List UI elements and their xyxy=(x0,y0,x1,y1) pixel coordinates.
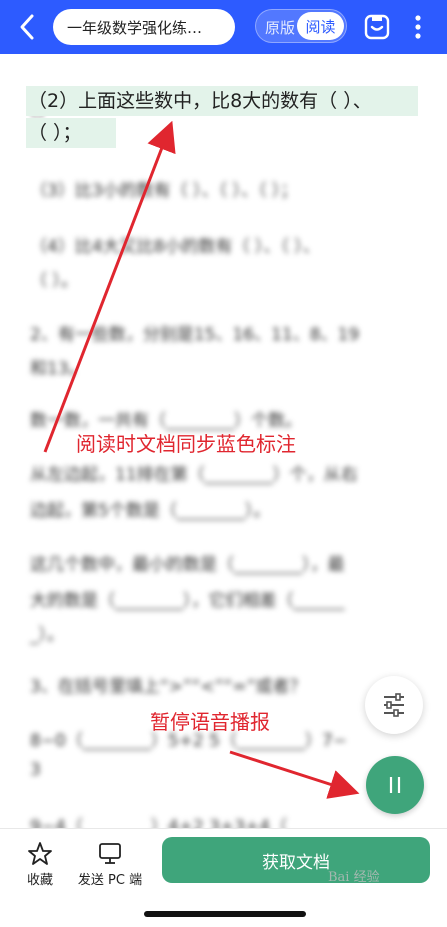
send-to-pc-button[interactable]: 发送 PC 端 xyxy=(75,839,145,889)
favorite-label: 收藏 xyxy=(26,873,53,888)
document-line: 3 xyxy=(30,760,41,780)
star-icon xyxy=(28,842,52,865)
highlighted-line: （2）上面这些数中，比8大的数有（ ）、 xyxy=(28,90,372,112)
pause-icon xyxy=(389,777,401,793)
settings-button[interactable] xyxy=(365,676,423,734)
document-title[interactable]: 一年级数学强化练… xyxy=(53,9,235,45)
back-button[interactable] xyxy=(14,10,42,44)
top-bar: 一年级数学强化练… 原版 阅读 xyxy=(0,0,447,54)
document-line: 2、有一些数，分别是15、16、11、8、19 xyxy=(30,325,360,345)
get-document-button[interactable]: 获取文档 xyxy=(162,837,430,883)
document-line: 和13。 xyxy=(30,359,86,379)
save-icon xyxy=(364,14,390,40)
document-line: 9−4（________）4+2 3+3+4（ xyxy=(30,817,288,828)
settings-sliders-icon xyxy=(384,693,404,717)
tab-original[interactable]: 原版 xyxy=(265,17,295,38)
highlighted-line: （ ）； xyxy=(28,122,82,144)
document-line: 这几个数中，最小的数是（________），最 xyxy=(30,555,345,575)
home-indicator[interactable] xyxy=(144,911,306,917)
monitor-icon xyxy=(99,843,121,864)
document-line: （3）比3小的数有（ ）、（ ）、（ ）； xyxy=(30,181,298,201)
document-line: 大的数是（________），它们相差（______ xyxy=(30,591,345,611)
annotation-sync-note: 阅读时文档同步蓝色标注 xyxy=(76,432,296,456)
view-mode-toggle[interactable]: 原版 阅读 xyxy=(255,9,347,43)
document-line: （4）比4大又比8小的数有（ ）、（ ）、 xyxy=(30,237,320,257)
chevron-left-icon xyxy=(20,14,34,40)
more-vertical-icon xyxy=(415,15,421,39)
tab-read[interactable]: 阅读 xyxy=(297,12,344,40)
document-line: 边起，第5个数是（________）。 xyxy=(30,501,271,521)
save-button[interactable] xyxy=(362,12,392,42)
more-button[interactable] xyxy=(408,12,428,42)
pause-audio-button[interactable] xyxy=(366,756,424,814)
document-line: _）。 xyxy=(30,625,64,645)
send-to-pc-label: 发送 PC 端 xyxy=(77,873,143,888)
document-line: 从左边起，11排在第（________）个，从右 xyxy=(30,465,358,485)
document-line: 3、在括号里填上“>”“<”“=”或者？ xyxy=(30,677,307,697)
annotation-pause-note: 暂停语音播报 xyxy=(150,710,270,734)
watermark-logo: Bai 经验 xyxy=(328,870,380,885)
document-line: （ ）。 xyxy=(30,271,78,291)
favorite-button[interactable]: 收藏 xyxy=(20,839,60,889)
